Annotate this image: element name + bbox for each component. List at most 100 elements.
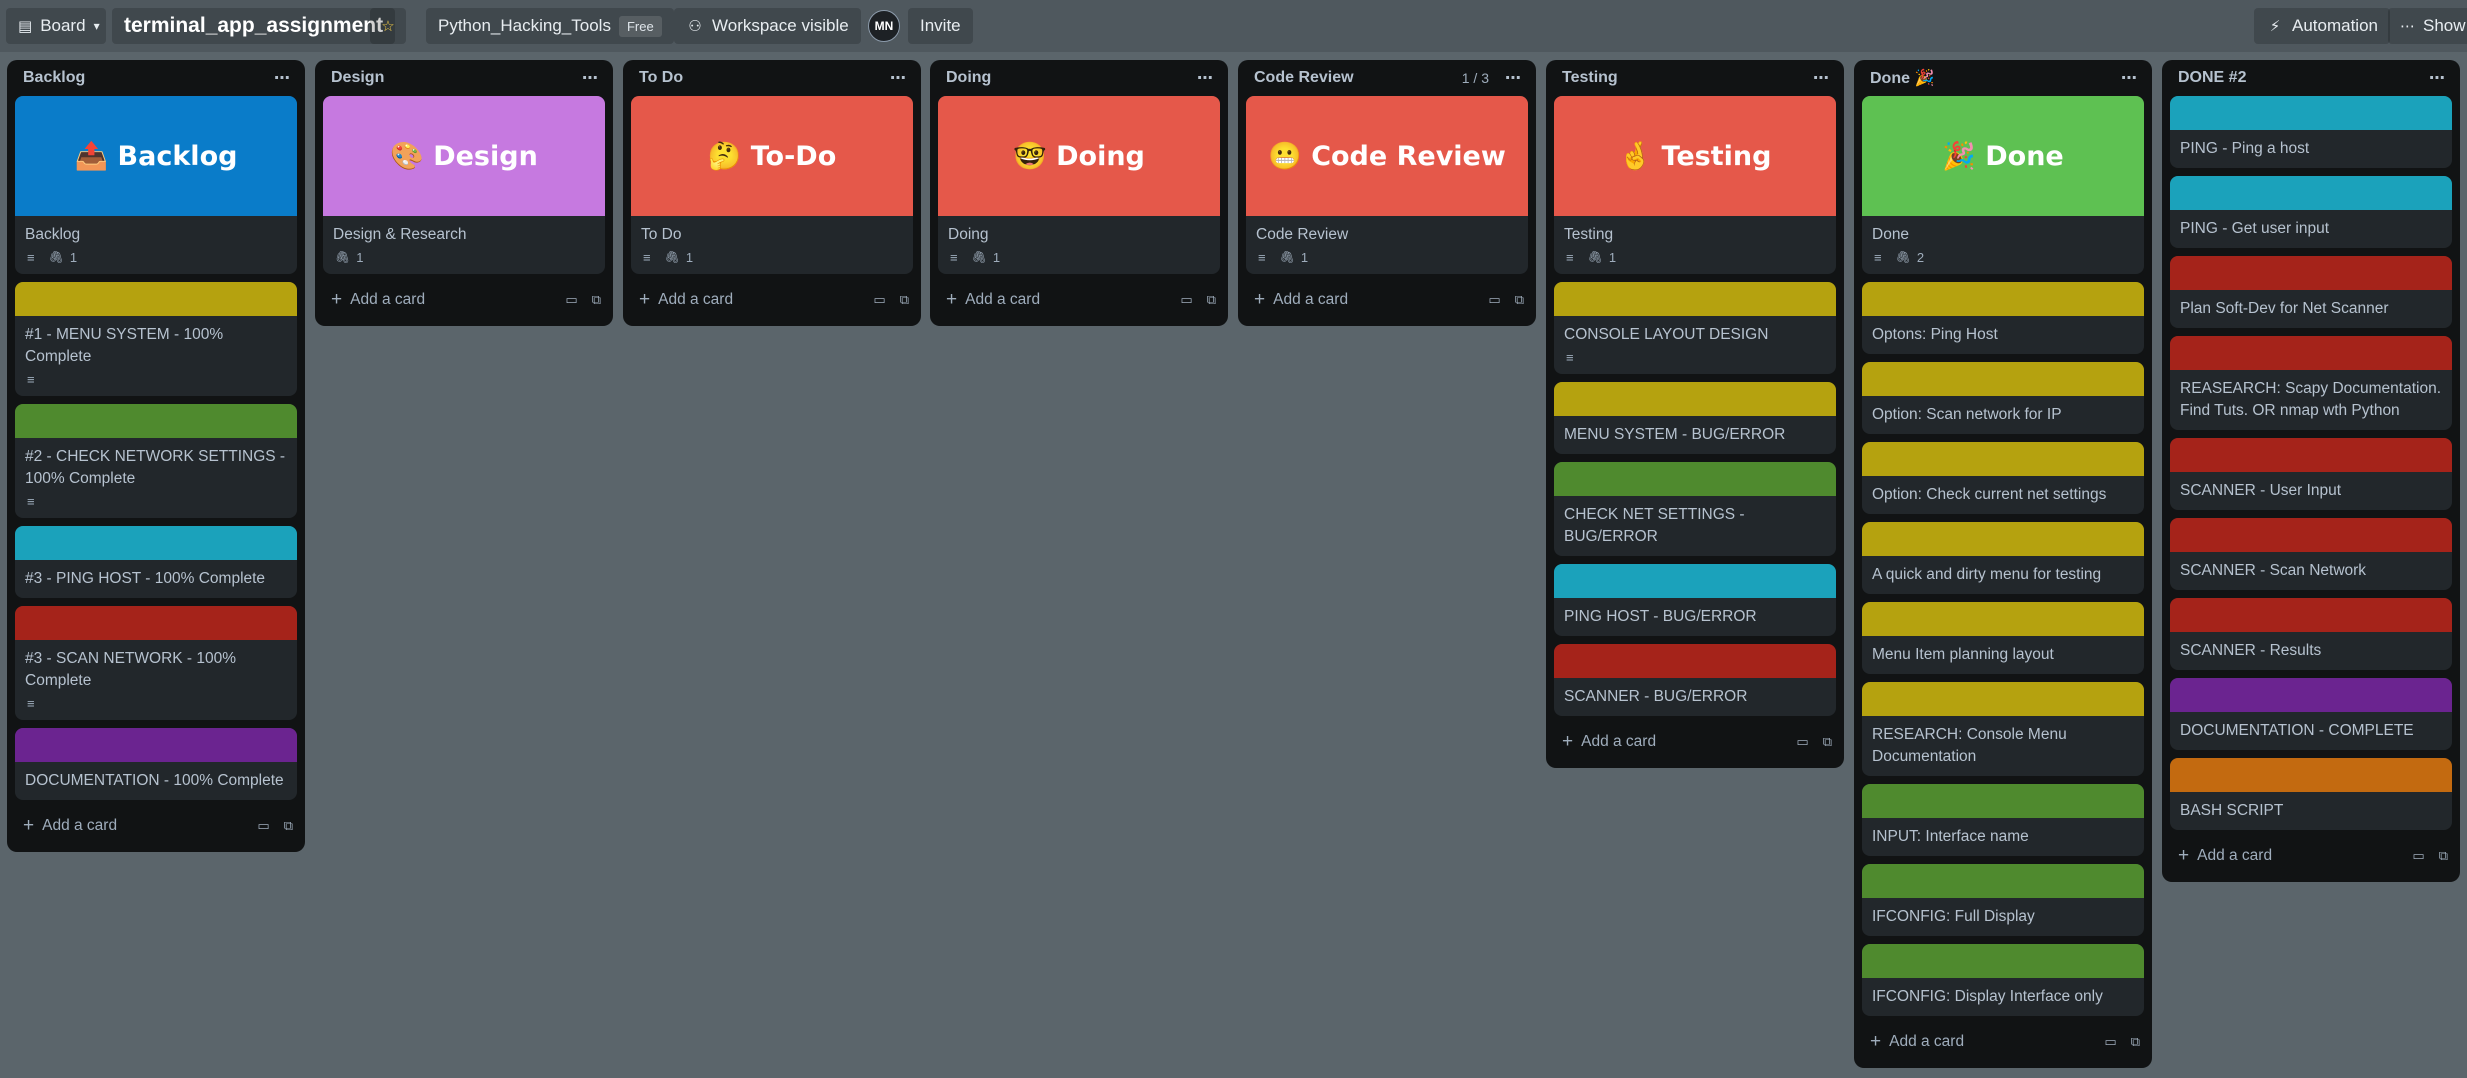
list-header[interactable]: To Do ⋯ — [631, 60, 913, 96]
card[interactable]: SCANNER - Scan Network — [2170, 518, 2452, 590]
card[interactable]: Plan Soft-Dev for Net Scanner — [2170, 256, 2452, 328]
card[interactable]: IFCONFIG: Full Display — [1862, 864, 2144, 936]
record-video-icon[interactable]: ▭ — [1180, 292, 1192, 308]
board-title-button[interactable]: terminal_app_assignment — [112, 8, 396, 44]
add-card-button[interactable]: + Add a card — [1870, 1031, 1964, 1053]
attachment-count: 1 — [69, 250, 78, 265]
add-card-button[interactable]: + Add a card — [1254, 289, 1348, 311]
invite-button[interactable]: Invite — [908, 8, 973, 44]
list-header-actions: ⋯ — [274, 68, 291, 88]
card[interactable]: #3 - PING HOST - 100% Complete — [15, 526, 297, 598]
card[interactable]: #3 - SCAN NETWORK - 100% Complete ≡ — [15, 606, 297, 720]
plus-icon: + — [23, 815, 35, 836]
record-video-icon[interactable]: ▭ — [565, 292, 577, 308]
add-card-button[interactable]: + Add a card — [639, 289, 733, 311]
workspace-button[interactable]: Python_Hacking_Tools Free — [426, 8, 674, 44]
template-icon[interactable]: ⧉ — [2131, 1034, 2140, 1050]
add-card-button[interactable]: + Add a card — [331, 289, 425, 311]
list-menu-icon[interactable]: ⋯ — [2121, 68, 2138, 88]
list-menu-icon[interactable]: ⋯ — [1813, 68, 1830, 88]
card[interactable]: 😬 Code Review Code Review ≡ 🖇 1 — [1246, 96, 1528, 274]
card[interactable]: 🎉 Done Done ≡ 🖇 2 — [1862, 96, 2144, 274]
card[interactable]: 🎨 Design Design & Research 🖇 1 — [323, 96, 605, 274]
card[interactable]: BASH SCRIPT — [2170, 758, 2452, 830]
add-card-button[interactable]: + Add a card — [946, 289, 1040, 311]
template-icon[interactable]: ⧉ — [1515, 292, 1524, 308]
record-video-icon[interactable]: ▭ — [2412, 848, 2424, 864]
card[interactable]: INPUT: Interface name — [1862, 784, 2144, 856]
list-title[interactable]: Code Review — [1254, 69, 1354, 87]
card[interactable]: IFCONFIG: Display Interface only — [1862, 944, 2144, 1016]
card[interactable]: REASEARCH: Scapy Documentation. Find Tut… — [2170, 336, 2452, 430]
list-header[interactable]: Done 🎉 ⋯ — [1862, 60, 2144, 96]
card[interactable]: Menu Item planning layout — [1862, 602, 2144, 674]
list-header[interactable]: Design ⋯ — [323, 60, 605, 96]
star-board-button[interactable]: ☆ — [370, 8, 406, 44]
add-card-button[interactable]: + Add a card — [23, 815, 117, 837]
record-video-icon[interactable]: ▭ — [2104, 1034, 2116, 1050]
template-icon[interactable]: ⧉ — [1207, 292, 1216, 308]
card[interactable]: Option: Scan network for IP — [1862, 362, 2144, 434]
card-title: IFCONFIG: Display Interface only — [1872, 988, 2103, 1005]
avatar[interactable]: MN — [868, 10, 900, 42]
list-menu-icon[interactable]: ⋯ — [890, 68, 907, 88]
list-title[interactable]: Design — [331, 69, 384, 87]
card[interactable]: Option: Check current net settings — [1862, 442, 2144, 514]
card[interactable]: 🤔 To-Do To Do ≡ 🖇 1 — [631, 96, 913, 274]
card[interactable]: RESEARCH: Console Menu Documentation — [1862, 682, 2144, 776]
list-title[interactable]: DONE #2 — [2178, 69, 2246, 87]
card[interactable]: 🤓 Doing Doing ≡ 🖇 1 — [938, 96, 1220, 274]
card[interactable]: Optons: Ping Host — [1862, 282, 2144, 354]
template-icon[interactable]: ⧉ — [1823, 734, 1832, 750]
record-video-icon[interactable]: ▭ — [1488, 292, 1500, 308]
show-menu-button[interactable]: ⋯ Show m — [2388, 8, 2467, 44]
card-title: To Do — [641, 226, 682, 243]
card[interactable]: A quick and dirty menu for testing — [1862, 522, 2144, 594]
list-header[interactable]: DONE #2 ⋯ — [2170, 60, 2452, 96]
list-title[interactable]: Backlog — [23, 69, 85, 87]
visibility-button[interactable]: ⚇ Workspace visible — [674, 8, 861, 44]
add-card-button[interactable]: + Add a card — [1562, 731, 1656, 753]
list-header[interactable]: Backlog ⋯ — [15, 60, 297, 96]
list-title[interactable]: To Do — [639, 69, 683, 87]
automation-button[interactable]: ⚡ Automation — [2254, 8, 2390, 44]
record-video-icon[interactable]: ▭ — [873, 292, 885, 308]
card[interactable]: PING - Get user input — [2170, 176, 2452, 248]
card-color-cover — [2170, 336, 2452, 370]
add-card-row: + Add a card ▭ ⧉ — [1246, 282, 1528, 318]
card[interactable]: 📤 Backlog Backlog ≡ 🖇 1 — [15, 96, 297, 274]
card[interactable]: CHECK NET SETTINGS - BUG/ERROR — [1554, 462, 1836, 556]
list-header[interactable]: Doing ⋯ — [938, 60, 1220, 96]
list-title[interactable]: Done 🎉 — [1870, 68, 1934, 88]
list-title[interactable]: Doing — [946, 69, 991, 87]
card[interactable]: CONSOLE LAYOUT DESIGN ≡ — [1554, 282, 1836, 374]
list-menu-icon[interactable]: ⋯ — [2429, 68, 2446, 88]
card[interactable]: SCANNER - Results — [2170, 598, 2452, 670]
list-title[interactable]: Testing — [1562, 69, 1618, 87]
card[interactable]: PING HOST - BUG/ERROR — [1554, 564, 1836, 636]
list-menu-icon[interactable]: ⋯ — [1505, 68, 1522, 88]
template-icon[interactable]: ⧉ — [900, 292, 909, 308]
board-view-switcher[interactable]: ▤ Board ▾ — [6, 8, 106, 44]
list-header[interactable]: Testing ⋯ — [1554, 60, 1836, 96]
template-icon[interactable]: ⧉ — [284, 818, 293, 834]
template-icon[interactable]: ⧉ — [592, 292, 601, 308]
card[interactable]: 🤞 Testing Testing ≡ 🖇 1 — [1554, 96, 1836, 274]
list-menu-icon[interactable]: ⋯ — [1197, 68, 1214, 88]
list-header[interactable]: Code Review 1 / 3 ⋯ — [1246, 60, 1528, 96]
add-card-button[interactable]: + Add a card — [2178, 845, 2272, 867]
template-icon[interactable]: ⧉ — [2439, 848, 2448, 864]
card[interactable]: #2 - CHECK NETWORK SETTINGS - 100% Compl… — [15, 404, 297, 518]
list-menu-icon[interactable]: ⋯ — [274, 68, 291, 88]
card[interactable]: DOCUMENTATION - COMPLETE — [2170, 678, 2452, 750]
card[interactable]: PING - Ping a host — [2170, 96, 2452, 168]
card[interactable]: MENU SYSTEM - BUG/ERROR — [1554, 382, 1836, 454]
card[interactable]: #1 - MENU SYSTEM - 100% Complete ≡ — [15, 282, 297, 396]
card[interactable]: SCANNER - BUG/ERROR — [1554, 644, 1836, 716]
card[interactable]: DOCUMENTATION - 100% Complete — [15, 728, 297, 800]
add-card-row: + Add a card ▭ ⧉ — [15, 808, 297, 844]
list-menu-icon[interactable]: ⋯ — [582, 68, 599, 88]
card[interactable]: SCANNER - User Input — [2170, 438, 2452, 510]
record-video-icon[interactable]: ▭ — [1796, 734, 1808, 750]
record-video-icon[interactable]: ▭ — [257, 818, 269, 834]
